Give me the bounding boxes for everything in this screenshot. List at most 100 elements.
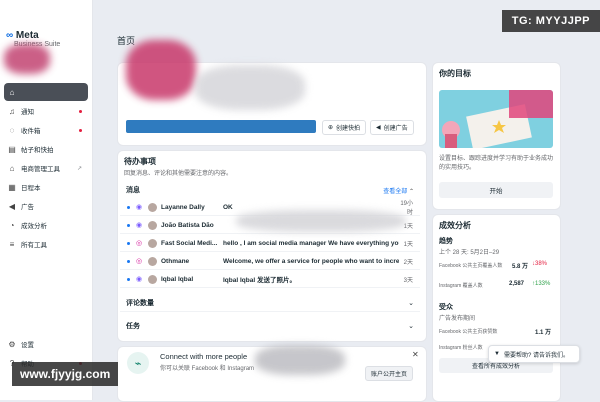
sidebar-item-insights[interactable]: ◔ 成效分析	[4, 216, 88, 234]
messages-section-header[interactable]: 消息 查看全部 ⌃	[120, 181, 420, 199]
sidebar-item-label: 所有工具	[21, 242, 47, 249]
goals-description: 设置目标、跟踪进度并学习有助于业务成功的实用技巧。	[439, 156, 554, 171]
chevron-down-icon: ⌄	[408, 299, 414, 307]
sidebar-item-calendar[interactable]: ▦ 日程本	[4, 178, 88, 196]
avatar	[148, 256, 157, 266]
sidebar: ∞ Meta Business Suite ⌂ ♫ 通知 ◌ 收件箱 ▤ 帖子和…	[0, 0, 93, 400]
goals-illustration	[439, 90, 553, 148]
view-all-link[interactable]: 查看全部	[383, 189, 407, 195]
ig-reach-change: ↑133%	[532, 281, 551, 287]
chat-icon: ▼	[494, 351, 500, 357]
insights-title: 成效分析	[439, 221, 471, 230]
bell-icon: ♫	[9, 106, 15, 116]
chevron-down-icon: ⌄	[408, 323, 414, 330]
chart-icon: ◔	[9, 220, 15, 230]
unread-dot	[127, 241, 130, 245]
sidebar-item-posts[interactable]: ▤ 帖子和快拍	[4, 140, 88, 158]
unread-dot	[127, 259, 130, 263]
chevron-up-icon: ⌃	[408, 188, 414, 195]
plus-icon: ⊕	[328, 125, 334, 131]
sidebar-item-label: 通知	[21, 109, 34, 116]
sidebar-item-label: 成效分析	[21, 223, 47, 230]
unread-dot	[127, 277, 130, 281]
sidebar-item-label: 日程本	[21, 185, 41, 192]
trend-range: 上个 28 天: 5月2日–29	[439, 250, 500, 256]
fb-reach-value: 5.8 万	[512, 264, 529, 270]
page-title: 首页	[117, 36, 136, 46]
avatar	[148, 220, 157, 230]
sidebar-item-label: 设置	[21, 342, 34, 349]
sidebar-item-settings[interactable]: ⚙ 设置	[4, 335, 88, 353]
message-row[interactable]: ◎ Fast Social Medi... hello , I am socia…	[120, 235, 420, 252]
home-icon: ⌂	[9, 87, 15, 97]
menu-icon: ≡	[9, 239, 15, 249]
avatar	[148, 238, 157, 248]
megaphone-icon: ◀	[376, 125, 381, 131]
connect-subtitle: 你可以关联 Facebook 和 Instagram	[160, 366, 255, 372]
sidebar-item-ads[interactable]: ◀ 广告	[4, 197, 88, 215]
unread-dot	[127, 223, 130, 227]
sidebar-item-notifications[interactable]: ♫ 通知	[4, 102, 88, 120]
megaphone-icon: ◀	[8, 201, 16, 211]
redaction-scribble	[126, 40, 196, 100]
sidebar-item-commerce[interactable]: ⌂ 电商管理工具 ↗	[4, 159, 88, 177]
sidebar-item-label: 收件箱	[21, 128, 41, 135]
connect-icon: ⌁	[127, 352, 149, 374]
redaction-scribble	[195, 65, 305, 110]
create-ad-button[interactable]: ◀ 创建广告	[370, 120, 414, 135]
gear-icon: ⚙	[8, 339, 16, 349]
avatar	[148, 202, 157, 212]
unread-dot	[79, 109, 82, 113]
message-row[interactable]: ◉ Iqbal Iqbal Iqbal Iqbal 发送了照片。 3天	[120, 271, 420, 288]
sidebar-item-label: 电商管理工具	[21, 166, 60, 173]
comments-section-header[interactable]: 评论数量 ⌄	[120, 294, 420, 312]
calendar-icon: ▦	[8, 182, 16, 192]
avatar	[148, 274, 157, 284]
sidebar-item-label: 广告	[21, 204, 34, 211]
fb-likes-value: 1.1 万	[535, 330, 552, 336]
watermark-bottom: www.fjyyjg.com	[12, 362, 119, 386]
watermark-top: TG: MYYJJPP	[501, 10, 600, 32]
posts-icon: ▤	[8, 144, 16, 154]
todo-subtitle: 回复消息、评论和其他需要注意的内容。	[124, 171, 233, 177]
message-row[interactable]: ◎ Othmane Welcome, we offer a service fo…	[120, 253, 420, 270]
audience-subtitle: 广告发布期间	[439, 316, 476, 322]
create-story-button[interactable]: ⊕ 创建快拍	[322, 120, 367, 135]
unread-dot	[127, 205, 130, 209]
messenger-icon: ◉	[135, 222, 143, 229]
redaction-scribble	[236, 210, 406, 232]
messenger-icon: ◉	[135, 276, 143, 283]
brand-logo[interactable]: ∞ Meta	[6, 30, 39, 41]
sidebar-item-all-tools[interactable]: ≡ 所有工具	[4, 235, 88, 253]
fb-likes-label: Facebook 公共主页获赞数	[439, 329, 498, 335]
ig-followers-label: Instagram 粉丝人数	[439, 345, 483, 351]
fb-reach-label: Facebook 公共主页覆盖人数	[439, 263, 503, 269]
external-link-icon: ↗	[76, 165, 82, 172]
trend-title: 趋势	[439, 238, 453, 245]
instagram-icon: ◎	[135, 258, 143, 265]
fb-reach-change: ↓38%	[532, 261, 548, 267]
audience-title: 受众	[439, 304, 453, 311]
sidebar-item-home[interactable]: ⌂	[4, 83, 88, 101]
redaction-scribble	[255, 345, 345, 375]
help-chat-bubble[interactable]: ▼ 需要帮助? 请告诉我们。	[488, 345, 580, 363]
messenger-icon: ◉	[135, 204, 143, 211]
tasks-section-header[interactable]: 任务 ⌄	[120, 317, 420, 335]
sidebar-item-inbox[interactable]: ◌ 收件箱	[4, 121, 88, 139]
goals-start-button[interactable]: 开始	[439, 182, 553, 198]
profile-banner-bar	[126, 120, 316, 133]
unread-dot	[79, 128, 82, 132]
connect-button[interactable]: 账户公开主页	[365, 366, 414, 381]
shop-icon: ⌂	[9, 163, 15, 173]
goals-illustration-art	[442, 90, 553, 148]
sidebar-item-label: 帖子和快拍	[21, 147, 54, 154]
redaction-scribble	[4, 44, 50, 74]
instagram-icon: ◎	[135, 240, 143, 247]
todo-title: 待办事项	[124, 157, 156, 166]
goals-title: 你的目标	[439, 69, 471, 78]
close-icon[interactable]: ✕	[412, 350, 419, 359]
ig-reach-value: 2,587	[509, 281, 525, 287]
chat-icon: ◌	[9, 125, 15, 135]
ig-reach-label: Instagram 覆盖人数	[439, 283, 483, 289]
connect-title: Connect with more people	[160, 352, 248, 361]
